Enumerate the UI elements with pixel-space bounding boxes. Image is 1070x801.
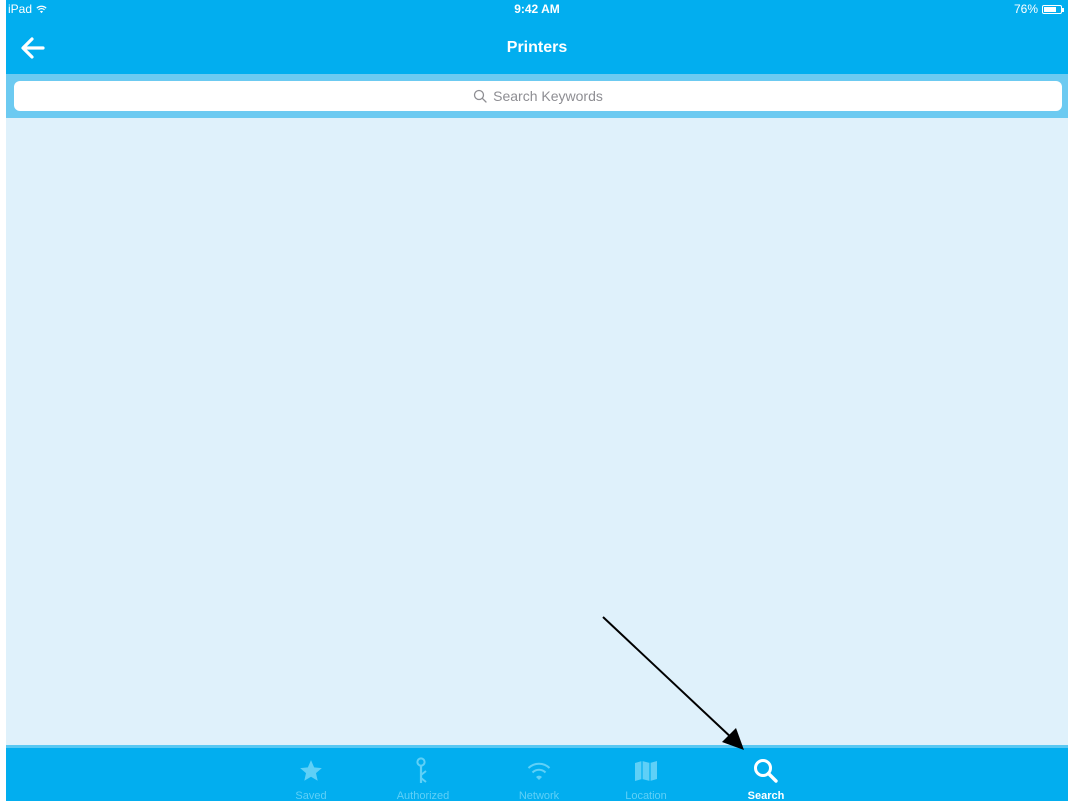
tab-authorized[interactable]: Authorized	[383, 756, 463, 801]
tab-location-label: Location	[625, 790, 667, 801]
tab-search-label: Search	[747, 790, 785, 801]
tab-saved-label: Saved	[295, 790, 327, 801]
tab-location[interactable]: Location	[606, 756, 686, 801]
tab-saved-icon-wrap	[271, 756, 351, 786]
tab-bar: Saved Authorized Network Location Search	[6, 745, 1068, 801]
search-input[interactable]: Search Keywords	[14, 81, 1062, 111]
wifi-icon	[527, 762, 551, 780]
tab-network[interactable]: Network	[499, 756, 579, 801]
status-bar: iPad 9:42 AM 76%	[6, 0, 1068, 18]
map-icon	[635, 761, 657, 781]
page-title: Printers	[506, 39, 568, 56]
star-icon	[300, 760, 322, 781]
tab-authorized-label: Authorized	[396, 790, 450, 801]
results-area	[6, 118, 1068, 745]
tab-network-icon-wrap	[499, 756, 579, 786]
key-icon	[416, 757, 427, 783]
app-frame: iPad 9:42 AM 76% Printers Search Keyword…	[6, 0, 1068, 801]
status-time: 9:42 AM	[514, 2, 560, 16]
tab-search-icon-wrap	[726, 756, 806, 786]
tab-search[interactable]: Search	[726, 756, 806, 801]
battery-icon	[1042, 4, 1064, 14]
search-bar-container: Search Keywords	[6, 74, 1068, 118]
search-icon	[754, 759, 778, 783]
tab-network-label: Network	[518, 790, 560, 801]
navigation-bar: Printers	[6, 18, 1068, 74]
tab-location-icon-wrap	[606, 756, 686, 786]
battery-percent: 76%	[1013, 2, 1038, 16]
battery-fill	[1044, 6, 1057, 12]
search-icon	[473, 89, 487, 103]
tab-saved[interactable]: Saved	[271, 756, 351, 801]
tab-authorized-icon-wrap	[383, 756, 463, 786]
search-placeholder: Search Keywords	[493, 88, 603, 104]
status-right: 76%	[1013, 2, 1064, 16]
